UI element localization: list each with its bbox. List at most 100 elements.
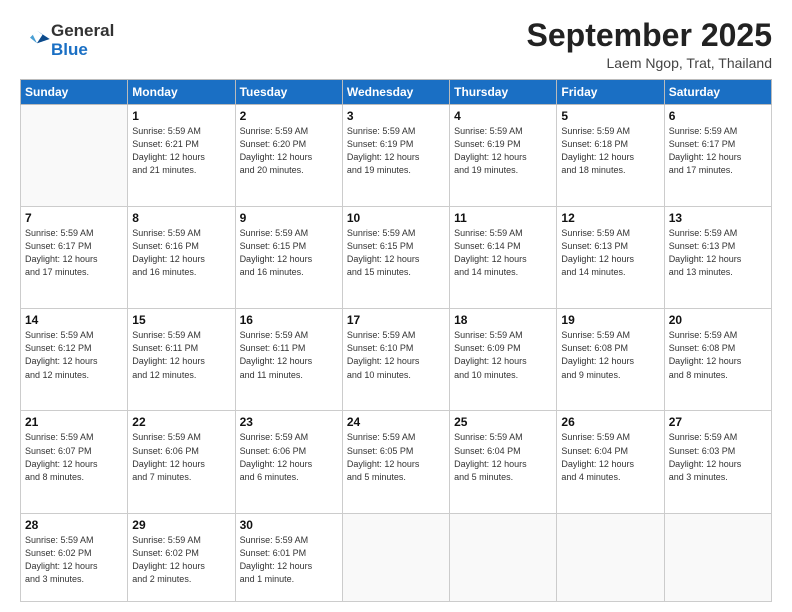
day-number: 2 <box>240 109 338 123</box>
day-number: 20 <box>669 313 767 327</box>
day-info: Sunrise: 5:59 AMSunset: 6:07 PMDaylight:… <box>25 431 123 483</box>
day-number: 12 <box>561 211 659 225</box>
table-row: 9 Sunrise: 5:59 AMSunset: 6:15 PMDaylight… <box>235 207 342 309</box>
table-row: 23 Sunrise: 5:59 AMSunset: 6:06 PMDayligh… <box>235 411 342 513</box>
day-info: Sunrise: 5:59 AMSunset: 6:04 PMDaylight:… <box>561 431 659 483</box>
day-info: Sunrise: 5:59 AMSunset: 6:05 PMDaylight:… <box>347 431 445 483</box>
month-title: September 2025 <box>527 18 772 53</box>
table-row: 5 Sunrise: 5:59 AMSunset: 6:18 PMDaylight… <box>557 105 664 207</box>
day-number: 7 <box>25 211 123 225</box>
table-row: 25Sunrise: 5:59 AMSunset: 6:04 PMDayligh… <box>450 411 557 513</box>
day-number: 30 <box>240 518 338 532</box>
day-number: 22 <box>132 415 230 429</box>
day-info: Sunrise: 5:59 AMSunset: 6:08 PMDaylight:… <box>669 329 767 381</box>
day-number: 15 <box>132 313 230 327</box>
day-info: Sunrise: 5:59 AMSunset: 6:06 PMDaylight:… <box>132 431 230 483</box>
day-info: Sunrise: 5:59 AMSunset: 6:04 PMDaylight:… <box>454 431 552 483</box>
table-row <box>450 513 557 601</box>
table-row: 14 Sunrise: 5:59 AMSunset: 6:12 PMDayligh… <box>21 309 128 411</box>
day-number: 18 <box>454 313 552 327</box>
table-row: 17 Sunrise: 5:59 AMSunset: 6:10 PMDayligh… <box>342 309 449 411</box>
table-row <box>21 105 128 207</box>
day-number: 27 <box>669 415 767 429</box>
logo: General Blue <box>20 22 114 59</box>
day-number: 23 <box>240 415 338 429</box>
day-number: 5 <box>561 109 659 123</box>
table-row: 21 Sunrise: 5:59 AMSunset: 6:07 PMDayligh… <box>21 411 128 513</box>
day-info: Sunrise: 5:59 AMSunset: 6:17 PMDaylight:… <box>669 125 767 177</box>
day-info: Sunrise: 5:59 AMSunset: 6:11 PMDaylight:… <box>240 329 338 381</box>
day-info: Sunrise: 5:59 AMSunset: 6:15 PMDaylight:… <box>240 227 338 279</box>
day-number: 26 <box>561 415 659 429</box>
table-row: 2 Sunrise: 5:59 AMSunset: 6:20 PMDaylight… <box>235 105 342 207</box>
day-number: 21 <box>25 415 123 429</box>
day-info: Sunrise: 5:59 AMSunset: 6:18 PMDaylight:… <box>561 125 659 177</box>
day-info: Sunrise: 5:59 AMSunset: 6:01 PMDaylight:… <box>240 534 338 586</box>
day-info: Sunrise: 5:59 AMSunset: 6:13 PMDaylight:… <box>669 227 767 279</box>
day-info: Sunrise: 5:59 AMSunset: 6:03 PMDaylight:… <box>669 431 767 483</box>
calendar-header-row: Sunday Monday Tuesday Wednesday Thursday… <box>21 80 772 105</box>
table-row: 29Sunrise: 5:59 AMSunset: 6:02 PMDayligh… <box>128 513 235 601</box>
logo-text: General Blue <box>51 22 114 59</box>
table-row: 15 Sunrise: 5:59 AMSunset: 6:11 PMDayligh… <box>128 309 235 411</box>
table-row: 10 Sunrise: 5:59 AMSunset: 6:15 PMDayligh… <box>342 207 449 309</box>
day-info: Sunrise: 5:59 AMSunset: 6:20 PMDaylight:… <box>240 125 338 177</box>
table-row: 11Sunrise: 5:59 AMSunset: 6:14 PMDayligh… <box>450 207 557 309</box>
table-row: 4 Sunrise: 5:59 AMSunset: 6:19 PMDaylight… <box>450 105 557 207</box>
day-number: 19 <box>561 313 659 327</box>
table-row: 27 Sunrise: 5:59 AMSunset: 6:03 PMDayligh… <box>664 411 771 513</box>
location: Laem Ngop, Trat, Thailand <box>527 55 772 71</box>
day-number: 8 <box>132 211 230 225</box>
table-row: 22 Sunrise: 5:59 AMSunset: 6:06 PMDayligh… <box>128 411 235 513</box>
day-info: Sunrise: 5:59 AMSunset: 6:12 PMDaylight:… <box>25 329 123 381</box>
table-row: 1Sunrise: 5:59 AMSunset: 6:21 PMDaylight… <box>128 105 235 207</box>
day-info: Sunrise: 5:59 AMSunset: 6:17 PMDaylight:… <box>25 227 123 279</box>
day-info: Sunrise: 5:59 AMSunset: 6:19 PMDaylight:… <box>347 125 445 177</box>
table-row: 13 Sunrise: 5:59 AMSunset: 6:13 PMDayligh… <box>664 207 771 309</box>
day-info: Sunrise: 5:59 AMSunset: 6:13 PMDaylight:… <box>561 227 659 279</box>
logo-general: General <box>51 22 114 41</box>
day-info: Sunrise: 5:59 AMSunset: 6:19 PMDaylight:… <box>454 125 552 177</box>
day-info: Sunrise: 5:59 AMSunset: 6:11 PMDaylight:… <box>132 329 230 381</box>
day-number: 17 <box>347 313 445 327</box>
day-number: 16 <box>240 313 338 327</box>
day-info: Sunrise: 5:59 AMSunset: 6:06 PMDaylight:… <box>240 431 338 483</box>
day-number: 3 <box>347 109 445 123</box>
th-wednesday: Wednesday <box>342 80 449 105</box>
day-number: 6 <box>669 109 767 123</box>
table-row: 6 Sunrise: 5:59 AMSunset: 6:17 PMDaylight… <box>664 105 771 207</box>
table-row <box>342 513 449 601</box>
th-friday: Friday <box>557 80 664 105</box>
page: General Blue September 2025 Laem Ngop, T… <box>0 0 792 612</box>
header: General Blue September 2025 Laem Ngop, T… <box>20 18 772 71</box>
day-info: Sunrise: 5:59 AMSunset: 6:10 PMDaylight:… <box>347 329 445 381</box>
table-row: 16 Sunrise: 5:59 AMSunset: 6:11 PMDayligh… <box>235 309 342 411</box>
table-row: 24 Sunrise: 5:59 AMSunset: 6:05 PMDayligh… <box>342 411 449 513</box>
day-info: Sunrise: 5:59 AMSunset: 6:21 PMDaylight:… <box>132 125 230 177</box>
table-row: 12 Sunrise: 5:59 AMSunset: 6:13 PMDayligh… <box>557 207 664 309</box>
day-number: 9 <box>240 211 338 225</box>
day-info: Sunrise: 5:59 AMSunset: 6:14 PMDaylight:… <box>454 227 552 279</box>
table-row: 19Sunrise: 5:59 AMSunset: 6:08 PMDayligh… <box>557 309 664 411</box>
table-row: 7 Sunrise: 5:59 AMSunset: 6:17 PMDaylight… <box>21 207 128 309</box>
day-number: 14 <box>25 313 123 327</box>
table-row: 28Sunrise: 5:59 AMSunset: 6:02 PMDayligh… <box>21 513 128 601</box>
logo-bird-icon <box>23 25 51 53</box>
day-number: 24 <box>347 415 445 429</box>
day-number: 28 <box>25 518 123 532</box>
calendar-table: Sunday Monday Tuesday Wednesday Thursday… <box>20 79 772 602</box>
th-saturday: Saturday <box>664 80 771 105</box>
table-row: 8 Sunrise: 5:59 AMSunset: 6:16 PMDaylight… <box>128 207 235 309</box>
day-info: Sunrise: 5:59 AMSunset: 6:09 PMDaylight:… <box>454 329 552 381</box>
table-row: 26 Sunrise: 5:59 AMSunset: 6:04 PMDayligh… <box>557 411 664 513</box>
day-info: Sunrise: 5:59 AMSunset: 6:16 PMDaylight:… <box>132 227 230 279</box>
day-number: 13 <box>669 211 767 225</box>
day-number: 10 <box>347 211 445 225</box>
day-number: 29 <box>132 518 230 532</box>
logo-blue: Blue <box>51 41 114 60</box>
th-thursday: Thursday <box>450 80 557 105</box>
table-row: 30 Sunrise: 5:59 AMSunset: 6:01 PMDayligh… <box>235 513 342 601</box>
day-info: Sunrise: 5:59 AMSunset: 6:15 PMDaylight:… <box>347 227 445 279</box>
title-block: September 2025 Laem Ngop, Trat, Thailand <box>527 18 772 71</box>
day-number: 4 <box>454 109 552 123</box>
